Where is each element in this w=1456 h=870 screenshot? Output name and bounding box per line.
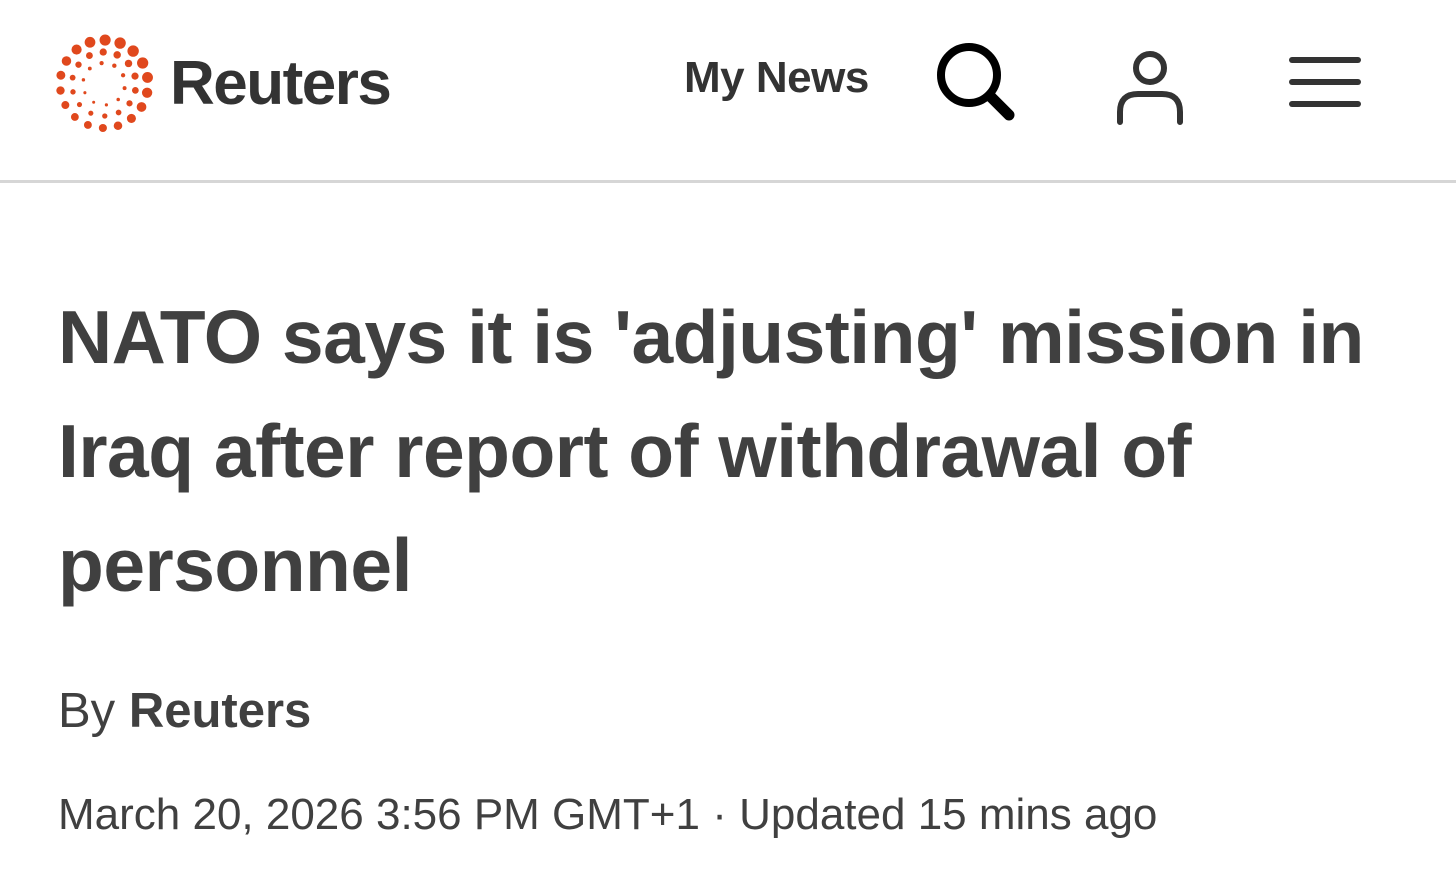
- dateline-separator: ·: [712, 790, 727, 839]
- updated-timestamp: Updated 15 mins ago: [739, 790, 1158, 839]
- search-icon: [934, 40, 1018, 124]
- byline: By Reuters: [58, 683, 311, 739]
- byline-prefix: By: [58, 684, 116, 738]
- site-header: Reuters My News: [0, 0, 1456, 183]
- account-button[interactable]: [1112, 48, 1188, 126]
- reuters-logo[interactable]: Reuters: [52, 32, 392, 136]
- account-icon: [1112, 48, 1188, 126]
- dateline: March 20, 2026 3:56 PM GMT+1 · Updated 1…: [58, 789, 1157, 841]
- search-button[interactable]: [934, 40, 1018, 124]
- author-link[interactable]: Reuters: [129, 684, 311, 738]
- article-headline: NATO says it is 'adjusting' mission in I…: [58, 295, 1364, 607]
- reuters-logo-icon: [52, 32, 156, 136]
- published-timestamp: March 20, 2026 3:56 PM GMT+1: [58, 790, 700, 839]
- my-news-link[interactable]: My News: [684, 56, 869, 100]
- menu-button[interactable]: [1288, 54, 1362, 110]
- logo-wordmark: Reuters: [170, 49, 392, 118]
- hamburger-menu-icon: [1288, 54, 1362, 110]
